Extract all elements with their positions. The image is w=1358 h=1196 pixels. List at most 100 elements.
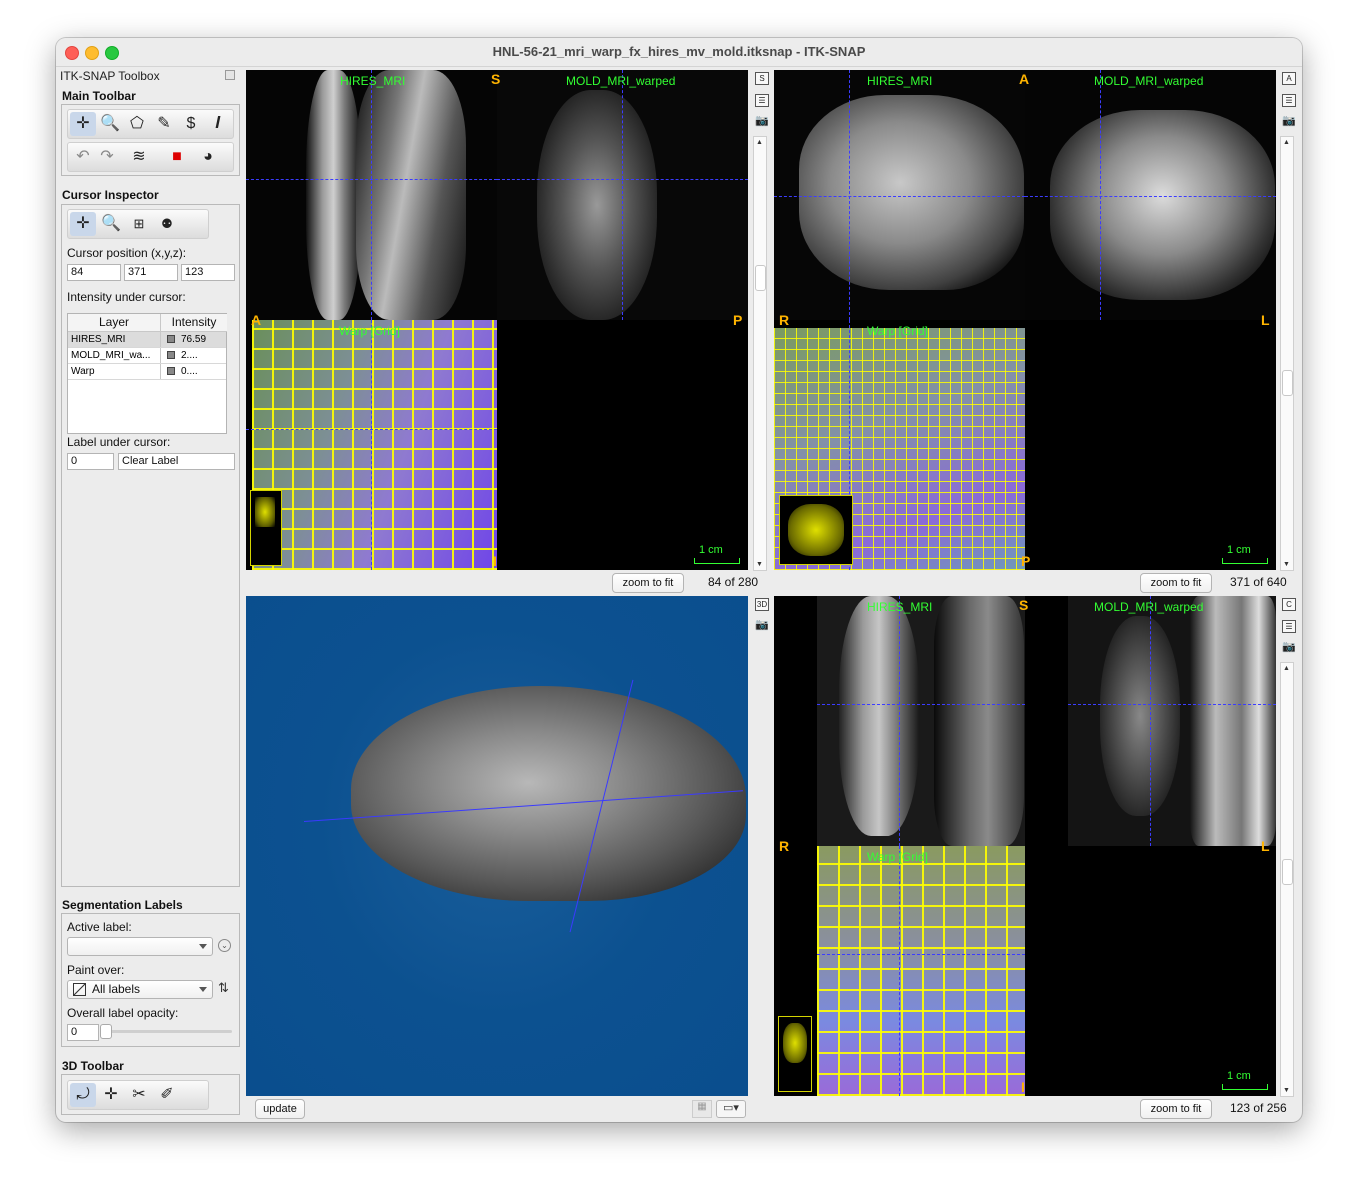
sagittal-slice-scrollbar[interactable]: ▲ ▼ [753,136,767,571]
orientation-right: L [1261,312,1270,328]
label-name-field[interactable]: Clear Label [118,453,235,470]
layer-name: MOLD_MRI_warped [566,74,676,88]
navigation-thumbnail[interactable] [779,495,853,565]
spray-icon[interactable]: ✐ [154,1083,180,1107]
paintbrush-icon[interactable]: ✎ [151,112,177,136]
warp-pane[interactable]: Warp [Grid] [774,320,1025,570]
redo-icon[interactable]: ↷ [94,145,120,169]
view-label-icon[interactable]: A [1282,72,1296,85]
mri-slice-image [799,95,1024,290]
row-layer: HIRES_MRI [71,334,126,345]
segmentation-labels: Active label: ⌄ Paint over: All labels ⇅… [61,913,240,1047]
table-row[interactable]: Warp 0.... [68,364,226,380]
view-label-icon[interactable]: 3D [755,598,769,611]
opacity-slider[interactable] [100,1030,232,1033]
inspector-tool-row: ✛ 🔍 ⊞ ⚉ [67,209,209,239]
scroll-down-icon[interactable]: ▼ [756,561,763,568]
paint-over-combo[interactable]: All labels [67,980,213,999]
layout-icon[interactable]: ⊞ [126,212,152,236]
row-intensity: 2.... [160,348,231,363]
polygon-icon[interactable]: ⬠ [124,112,150,136]
3d-toolbar: ⤾ ✛ ✂ ✐ [61,1074,240,1115]
mri-slice-image [306,70,361,320]
layout-icon[interactable]: ☰ [1282,620,1296,633]
crosshair-icon[interactable]: ✛ [70,112,96,136]
column-intensity[interactable]: Intensity [160,314,227,332]
cursor-z-field[interactable]: 123 [181,264,235,281]
layout-icon[interactable]: ☰ [755,94,769,107]
palette-icon[interactable]: ◕ [195,145,221,169]
scroll-down-icon[interactable]: ▼ [1283,1087,1290,1094]
sync-icon[interactable]: ⚉ [154,212,180,236]
cursor-y-field[interactable]: 371 [124,264,178,281]
opacity-field[interactable]: 0 [67,1024,99,1041]
rotate-3d-icon[interactable]: ⤾ [70,1083,96,1107]
column-layer[interactable]: Layer [68,314,160,332]
zoom-to-fit-button[interactable]: zoom to fit [1140,1099,1212,1119]
layout-icon[interactable]: ☰ [1282,94,1296,107]
scrollbar-knob[interactable] [1282,859,1293,885]
sagittal-view[interactable]: HIRES_MRI MOLD_MRI_warped Warp [Grid] S … [246,70,748,570]
mold-pane[interactable]: MOLD_MRI_warped [1025,70,1276,320]
mold-pane[interactable]: MOLD_MRI_warped [1025,596,1276,846]
update-button[interactable]: update [255,1099,305,1119]
scrollbar-knob[interactable] [755,265,766,291]
view-label-icon[interactable]: S [755,72,769,85]
navigation-thumbnail[interactable] [250,490,282,566]
layer-name: MOLD_MRI_warped [1094,600,1204,614]
snake-icon[interactable]: $ [178,112,204,136]
orientation-top: S [491,71,501,87]
navigation-thumbnail[interactable] [778,1016,812,1092]
scalpel-icon[interactable]: ✂ [126,1083,152,1107]
scrollbar-knob[interactable] [1282,370,1293,396]
label-color-icon[interactable]: ■ [164,145,190,169]
camera-icon[interactable]: 📷 [1282,642,1296,653]
3d-render-view[interactable] [246,596,748,1096]
opacity-slider-handle[interactable] [100,1024,112,1039]
mold-pane[interactable]: MOLD_MRI_warped [497,70,748,320]
undo-icon[interactable]: ↶ [70,145,96,169]
crosshair-icon[interactable]: ✛ [70,212,96,236]
camera-icon[interactable]: 📷 [755,116,769,127]
3d-toolbar-title: 3D Toolbar [62,1059,124,1073]
zoom-icon[interactable]: 🔍 [98,212,124,236]
hires-pane[interactable]: HIRES_MRI [774,596,1025,846]
warp-pane[interactable]: Warp [Grid] [774,846,1025,1096]
intensity-label: Intensity under cursor: [67,290,186,304]
hires-pane[interactable]: HIRES_MRI [774,70,1025,320]
scroll-down-icon[interactable]: ▼ [1283,561,1290,568]
label-id-field[interactable]: 0 [67,453,114,470]
coronal-slice-scrollbar[interactable]: ▲ ▼ [1280,662,1294,1097]
warp-pane[interactable]: Warp [Grid] [246,320,497,570]
annotation-icon[interactable]: 𝑰 [205,112,231,136]
axial-view[interactable]: HIRES_MRI MOLD_MRI_warped Warp [Grid] A … [774,70,1276,570]
crosshair-vertical [371,70,372,320]
undock-icon[interactable] [225,70,235,80]
scroll-up-icon[interactable]: ▲ [1283,665,1290,672]
swap-icon[interactable]: ⇅ [218,980,229,996]
coronal-view[interactable]: HIRES_MRI MOLD_MRI_warped Warp [Grid] S … [774,596,1276,1096]
scale-bar [1222,558,1268,564]
active-label-combo[interactable] [67,937,213,956]
zoom-icon[interactable]: 🔍 [97,112,123,136]
view-label-icon[interactable]: C [1282,598,1296,611]
zoom-to-fit-button[interactable]: zoom to fit [612,573,684,593]
axial-slice-scrollbar[interactable]: ▲ ▼ [1280,136,1294,571]
grid-toggle-icon[interactable]: ▦ [692,1100,712,1118]
table-row[interactable]: HIRES_MRI 76.59 [68,332,226,348]
label-menu-icon[interactable]: ⌄ [218,939,231,952]
cursor-x-field[interactable]: 84 [67,264,121,281]
crosshair-3d-icon[interactable]: ✛ [98,1083,124,1107]
camera-icon[interactable]: 📷 [755,620,769,631]
orientation-left: A [251,312,262,328]
chevron-down-icon [199,944,207,949]
hires-pane[interactable]: HIRES_MRI [246,70,497,320]
scroll-up-icon[interactable]: ▲ [756,139,763,146]
scale-label: 1 cm [1227,544,1251,556]
table-row[interactable]: MOLD_MRI_wa... 2.... [68,348,226,364]
scroll-up-icon[interactable]: ▲ [1283,139,1290,146]
zoom-to-fit-button[interactable]: zoom to fit [1140,573,1212,593]
layers-icon[interactable]: ≋ [126,145,152,169]
video-camera-icon[interactable]: ▭▾ [716,1100,746,1118]
camera-icon[interactable]: 📷 [1282,116,1296,127]
